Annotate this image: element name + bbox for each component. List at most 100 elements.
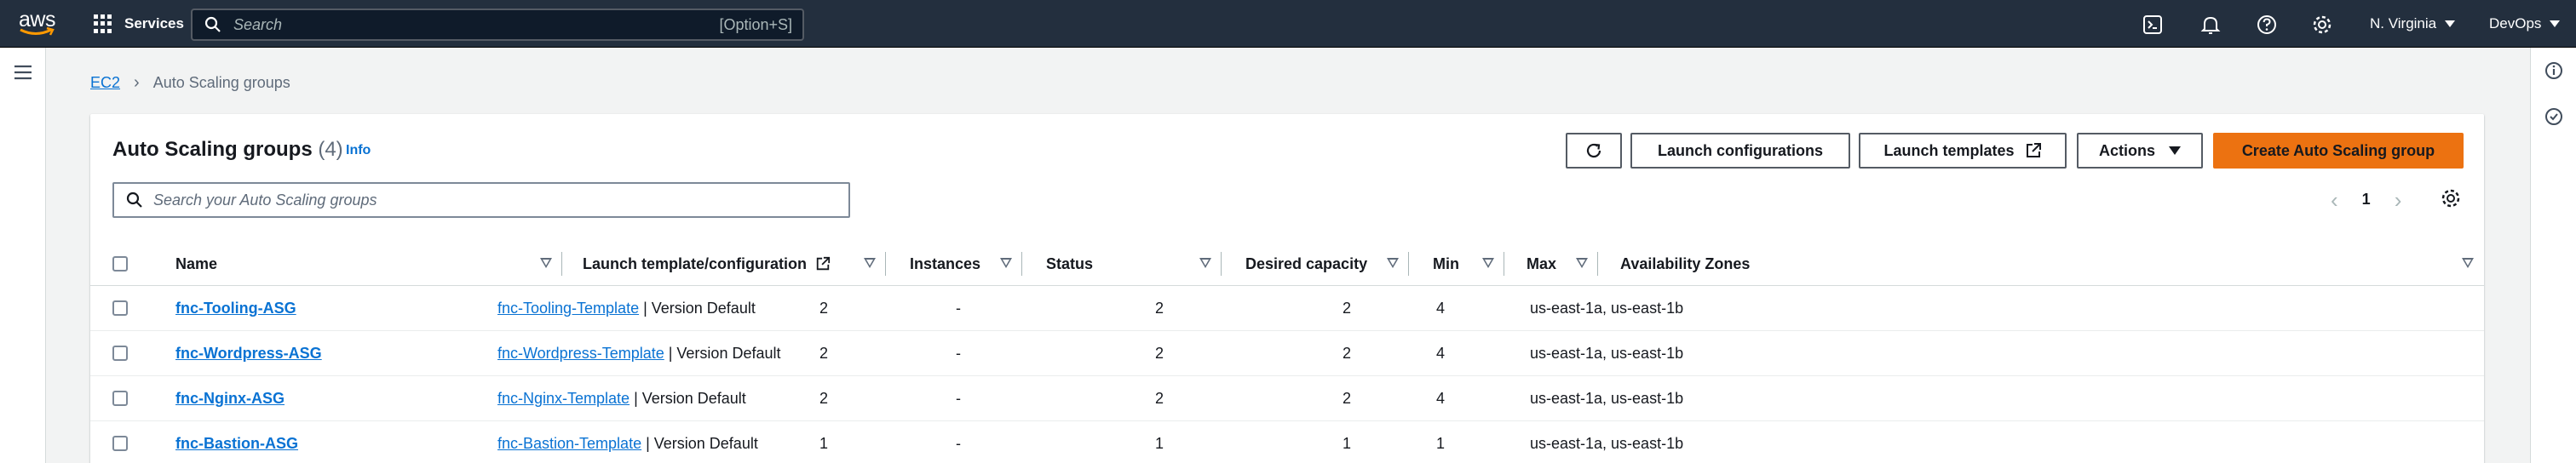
breadcrumb-ec2-link[interactable]: EC2 [90, 74, 120, 92]
launch-templates-button[interactable]: Launch templates [1859, 133, 2067, 169]
right-rail [2530, 48, 2576, 463]
status-value: - [956, 435, 961, 452]
search-shortcut: [Option+S] [719, 15, 792, 33]
instances-value: 2 [819, 300, 829, 317]
hamburger-menu-icon[interactable] [13, 63, 33, 82]
table-row[interactable]: fnc-Bastion-ASG fnc-Bastion-Template | V… [90, 421, 2484, 463]
asg-name-link[interactable]: fnc-Bastion-ASG [175, 435, 298, 453]
column-header-launch-template[interactable]: Launch template/configuration [562, 242, 886, 286]
row-checkbox[interactable] [112, 300, 128, 316]
azs-value: us-east-1a, us-east-1b [1530, 345, 1684, 362]
sort-icon[interactable] [1482, 258, 1494, 268]
asg-name-link[interactable]: fnc-Tooling-ASG [175, 300, 296, 317]
actions-dropdown-button[interactable]: Actions [2077, 133, 2203, 169]
launch-template-link[interactable]: fnc-Bastion-Template [497, 435, 641, 453]
group-count: (4) [318, 138, 343, 161]
azs-value: us-east-1a, us-east-1b [1530, 300, 1684, 317]
auto-scaling-groups-panel: Auto Scaling groups (4) Info Launch conf… [90, 114, 2484, 463]
refresh-button[interactable] [1566, 133, 1622, 169]
table-header: Name Launch template/configuration Insta… [90, 242, 2484, 286]
column-header-max[interactable]: Max [1504, 242, 1598, 286]
asg-name-link[interactable]: fnc-Wordpress-ASG [175, 345, 322, 363]
chevron-left-icon[interactable]: ‹ [2331, 189, 2338, 211]
sort-icon[interactable] [1000, 258, 1012, 268]
azs-value: us-east-1a, us-east-1b [1530, 390, 1684, 407]
region-selector[interactable]: N. Virginia [2370, 15, 2456, 32]
launch-templates-label: Launch templates [1883, 141, 2015, 159]
info-link[interactable]: Info [346, 143, 371, 158]
top-navigation: aws Services Search [Option+S] N. Virgin… [0, 0, 2576, 48]
column-header-status[interactable]: Status [1022, 242, 1222, 286]
column-instances-label: Instances [910, 254, 981, 272]
sort-icon[interactable] [1387, 258, 1399, 268]
table-row[interactable]: fnc-Nginx-ASG fnc-Nginx-Template | Versi… [90, 376, 2484, 421]
column-azs-label: Availability Zones [1620, 254, 1751, 272]
info-icon[interactable] [2544, 61, 2563, 80]
row-checkbox[interactable] [112, 391, 128, 406]
sort-icon[interactable] [1199, 258, 1211, 268]
feedback-icon[interactable] [2544, 107, 2563, 126]
search-icon [204, 16, 221, 32]
actions-label: Actions [2098, 141, 2155, 159]
page-title-text: Auto Scaling groups [112, 138, 313, 161]
column-header-availability-zones[interactable]: Availability Zones [1598, 242, 2484, 286]
status-value: - [956, 345, 961, 362]
bell-icon[interactable] [2199, 14, 2222, 36]
gear-icon[interactable] [2311, 14, 2333, 36]
launch-configurations-button[interactable]: Launch configurations [1630, 133, 1850, 169]
grid-icon [94, 14, 112, 33]
table-row[interactable]: fnc-Wordpress-ASG fnc-Wordpress-Template… [90, 331, 2484, 376]
sort-icon[interactable] [1576, 258, 1588, 268]
account-menu[interactable]: DevOps [2489, 15, 2561, 32]
search-placeholder: Search [233, 15, 283, 33]
left-rail [0, 48, 46, 463]
current-page[interactable]: 1 [2362, 191, 2371, 209]
help-icon[interactable] [2256, 14, 2278, 36]
column-header-desired-capacity[interactable]: Desired capacity [1222, 242, 1409, 286]
sort-icon[interactable] [540, 258, 552, 268]
column-header-min[interactable]: Min [1409, 242, 1504, 286]
max-value: 4 [1436, 390, 1446, 407]
template-version: | Version Default [639, 300, 756, 317]
caret-down-icon [2169, 146, 2181, 155]
launch-template-link[interactable]: fnc-Tooling-Template [497, 300, 639, 317]
table-settings-icon[interactable] [2440, 187, 2462, 209]
create-auto-scaling-group-button[interactable]: Create Auto Scaling group [2213, 133, 2464, 169]
row-checkbox[interactable] [112, 436, 128, 451]
template-version: | Version Default [664, 345, 781, 362]
caret-down-icon [2445, 20, 2456, 27]
sort-icon[interactable] [2462, 258, 2474, 268]
min-value: 2 [1343, 300, 1352, 317]
instances-value: 2 [819, 390, 829, 407]
table-row[interactable]: fnc-Tooling-ASG fnc-Tooling-Template | V… [90, 286, 2484, 331]
aws-logo[interactable]: aws [19, 9, 56, 39]
max-value: 4 [1436, 345, 1446, 362]
services-label: Services [124, 15, 184, 31]
instances-value: 1 [819, 435, 829, 452]
services-menu[interactable]: Services [94, 14, 184, 34]
aws-smile-icon [20, 27, 55, 36]
row-checkbox[interactable] [112, 346, 128, 361]
column-header-instances[interactable]: Instances [886, 242, 1022, 286]
caret-down-icon [2550, 20, 2561, 27]
chevron-right-icon[interactable]: › [2395, 189, 2402, 211]
table-search-input[interactable]: Search your Auto Scaling groups [112, 182, 850, 218]
column-status-label: Status [1046, 254, 1094, 272]
launch-template-link[interactable]: fnc-Wordpress-Template [497, 345, 664, 363]
cloudshell-icon[interactable] [2142, 14, 2164, 36]
column-header-name[interactable]: Name [136, 242, 562, 286]
select-all-checkbox[interactable] [112, 256, 128, 272]
sort-icon[interactable] [864, 258, 876, 268]
template-version: | Version Default [630, 390, 746, 407]
asg-name-link[interactable]: fnc-Nginx-ASG [175, 390, 285, 408]
account-label: DevOps [2489, 15, 2542, 31]
desired-value: 2 [1155, 390, 1164, 407]
global-search-input[interactable]: Search [Option+S] [191, 9, 804, 41]
external-link-icon [816, 256, 831, 271]
min-value: 2 [1343, 345, 1352, 362]
launch-template-link[interactable]: fnc-Nginx-Template [497, 390, 630, 408]
column-min-label: Min [1433, 254, 1459, 272]
external-link-icon [2026, 143, 2041, 157]
min-value: 2 [1343, 390, 1352, 407]
desired-value: 2 [1155, 300, 1164, 317]
